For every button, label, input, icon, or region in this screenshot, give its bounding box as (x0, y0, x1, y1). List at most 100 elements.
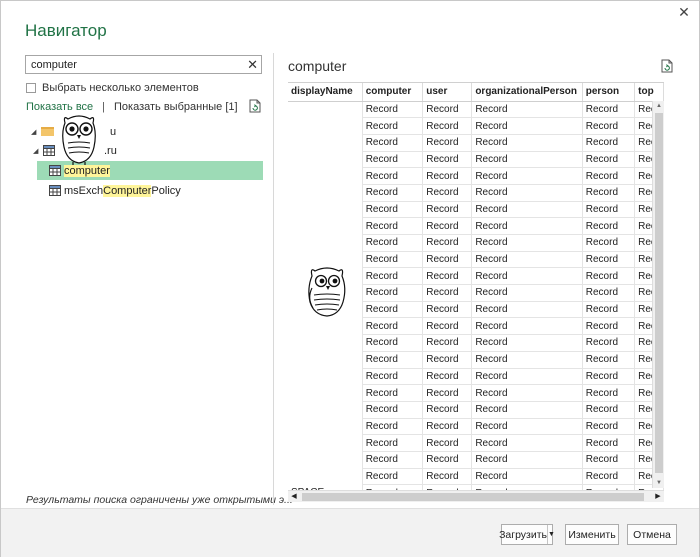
table-cell[interactable]: Record (471, 234, 583, 252)
column-header[interactable]: computer (362, 83, 424, 102)
table-cell[interactable]: Record (582, 351, 636, 369)
table-row[interactable]: Record Record Record Record Rec (288, 101, 664, 485)
table-cell[interactable]: Record (422, 368, 473, 386)
horizontal-scroll-thumb[interactable] (302, 493, 644, 501)
table-cell[interactable]: Record (422, 184, 473, 202)
table-cell[interactable]: Record (422, 234, 473, 252)
table-cell[interactable]: Record (582, 451, 636, 469)
table-cell[interactable]: Record (582, 117, 636, 135)
table-cell[interactable]: Record (471, 117, 583, 135)
table-cell[interactable]: Record (471, 301, 583, 319)
select-multiple-option[interactable]: Выбрать несколько элементов (26, 82, 199, 94)
table-cell[interactable]: Record (362, 351, 424, 369)
table-cell[interactable]: Record (422, 251, 473, 269)
table-cell[interactable]: Record (362, 217, 424, 235)
table-cell[interactable]: Record (471, 184, 583, 202)
search-input[interactable] (26, 56, 236, 73)
show-all-link[interactable]: Показать все (26, 101, 93, 113)
table-cell[interactable]: Record (362, 151, 424, 169)
preview-refresh-icon[interactable] (661, 59, 673, 76)
table-cell[interactable]: Record (471, 134, 583, 152)
table-cell[interactable]: Record (582, 234, 636, 252)
table-cell[interactable]: Record (422, 384, 473, 402)
column-header[interactable]: organizationalPerson (471, 83, 583, 102)
table-cell[interactable]: Record (582, 368, 636, 386)
table-cell[interactable]: Record (422, 167, 473, 185)
chevron-down-icon[interactable]: ▼ (548, 531, 555, 538)
tree-node-msexchcomputerpolicy[interactable]: msExch Computer Policy (49, 181, 181, 200)
table-cell[interactable]: Record (471, 267, 583, 286)
refresh-icon[interactable] (249, 99, 261, 116)
table-cell[interactable]: Record (362, 434, 424, 452)
table-cell[interactable]: Record (582, 384, 636, 402)
table-cell[interactable]: Record (422, 401, 473, 419)
column-header[interactable]: user (422, 83, 473, 102)
table-cell[interactable]: Record (362, 134, 424, 152)
table-cell[interactable]: Record (471, 151, 583, 169)
table-cell[interactable]: Record (422, 201, 473, 219)
table-cell[interactable]: Record (582, 418, 636, 436)
cancel-button[interactable]: Отмена (627, 524, 677, 545)
table-cell[interactable]: Record (422, 101, 473, 119)
table-cell[interactable]: Record (471, 101, 583, 119)
table-cell[interactable]: Record (582, 267, 636, 286)
scroll-up-icon[interactable]: ▲ (653, 101, 665, 111)
table-cell[interactable]: Record (422, 134, 473, 152)
table-cell[interactable]: Record (422, 468, 473, 486)
table-cell[interactable]: Record (582, 201, 636, 219)
table-cell[interactable]: Record (471, 201, 583, 219)
table-cell[interactable]: Record (362, 184, 424, 202)
table-cell[interactable]: Record (582, 434, 636, 452)
table-cell[interactable]: Record (362, 468, 424, 486)
table-cell[interactable]: Record (471, 334, 583, 352)
table-cell[interactable]: Record (582, 167, 636, 185)
table-cell[interactable]: Record (362, 317, 424, 336)
clear-search-icon[interactable]: ✕ (247, 56, 258, 73)
show-selected-link[interactable]: Показать выбранные [1] (114, 101, 238, 113)
table-cell[interactable]: Record (362, 368, 424, 386)
table-cell[interactable]: Record (422, 267, 473, 286)
table-cell[interactable]: Record (362, 284, 424, 302)
table-cell[interactable]: Record (362, 267, 424, 286)
table-cell[interactable]: Record (362, 167, 424, 185)
table-cell[interactable]: Record (582, 101, 636, 119)
table-cell[interactable]: Record (422, 117, 473, 135)
table-cell[interactable]: Record (471, 401, 583, 419)
table-cell[interactable]: Record (582, 251, 636, 269)
search-box[interactable]: ✕ (25, 55, 262, 74)
table-cell[interactable]: Record (471, 317, 583, 336)
vertical-scrollbar[interactable]: ▲ ▼ (652, 101, 664, 488)
table-cell[interactable]: Record (582, 184, 636, 202)
table-cell[interactable]: Record (582, 151, 636, 169)
table-cell[interactable]: Record (582, 284, 636, 302)
table-cell[interactable]: Record (471, 384, 583, 402)
load-button[interactable]: Загрузить ▼ (499, 524, 555, 545)
table-cell[interactable]: Record (362, 101, 424, 119)
horizontal-scrollbar[interactable]: ◀ ▶ (288, 490, 664, 502)
table-cell[interactable]: Record (362, 451, 424, 469)
table-cell[interactable]: Record (362, 384, 424, 402)
table-cell[interactable]: Record (471, 167, 583, 185)
table-cell[interactable]: Record (471, 434, 583, 452)
table-cell[interactable]: Record (422, 334, 473, 352)
collapse-arrow-icon[interactable]: ◢ (31, 128, 41, 136)
table-cell[interactable]: Record (582, 301, 636, 319)
collapse-arrow-icon[interactable]: ◢ (33, 147, 43, 155)
column-header[interactable]: displayName (288, 83, 363, 102)
table-cell[interactable]: Record (362, 234, 424, 252)
table-cell[interactable]: Record (362, 418, 424, 436)
table-cell[interactable]: Record (422, 434, 473, 452)
table-cell[interactable]: Record (422, 451, 473, 469)
scroll-right-icon[interactable]: ▶ (652, 491, 664, 503)
edit-button[interactable]: Изменить (565, 524, 619, 545)
table-cell[interactable]: Record (471, 217, 583, 235)
table-cell[interactable]: Record (582, 317, 636, 336)
select-multiple-checkbox[interactable] (26, 83, 36, 93)
vertical-scroll-thumb[interactable] (655, 113, 663, 473)
load-button-label[interactable]: Загрузить (499, 525, 549, 544)
scroll-down-icon[interactable]: ▼ (653, 478, 665, 488)
scroll-left-icon[interactable]: ◀ (288, 491, 300, 503)
table-cell[interactable]: Record (471, 251, 583, 269)
close-icon[interactable]: ✕ (677, 5, 691, 19)
table-cell[interactable]: Record (582, 334, 636, 352)
